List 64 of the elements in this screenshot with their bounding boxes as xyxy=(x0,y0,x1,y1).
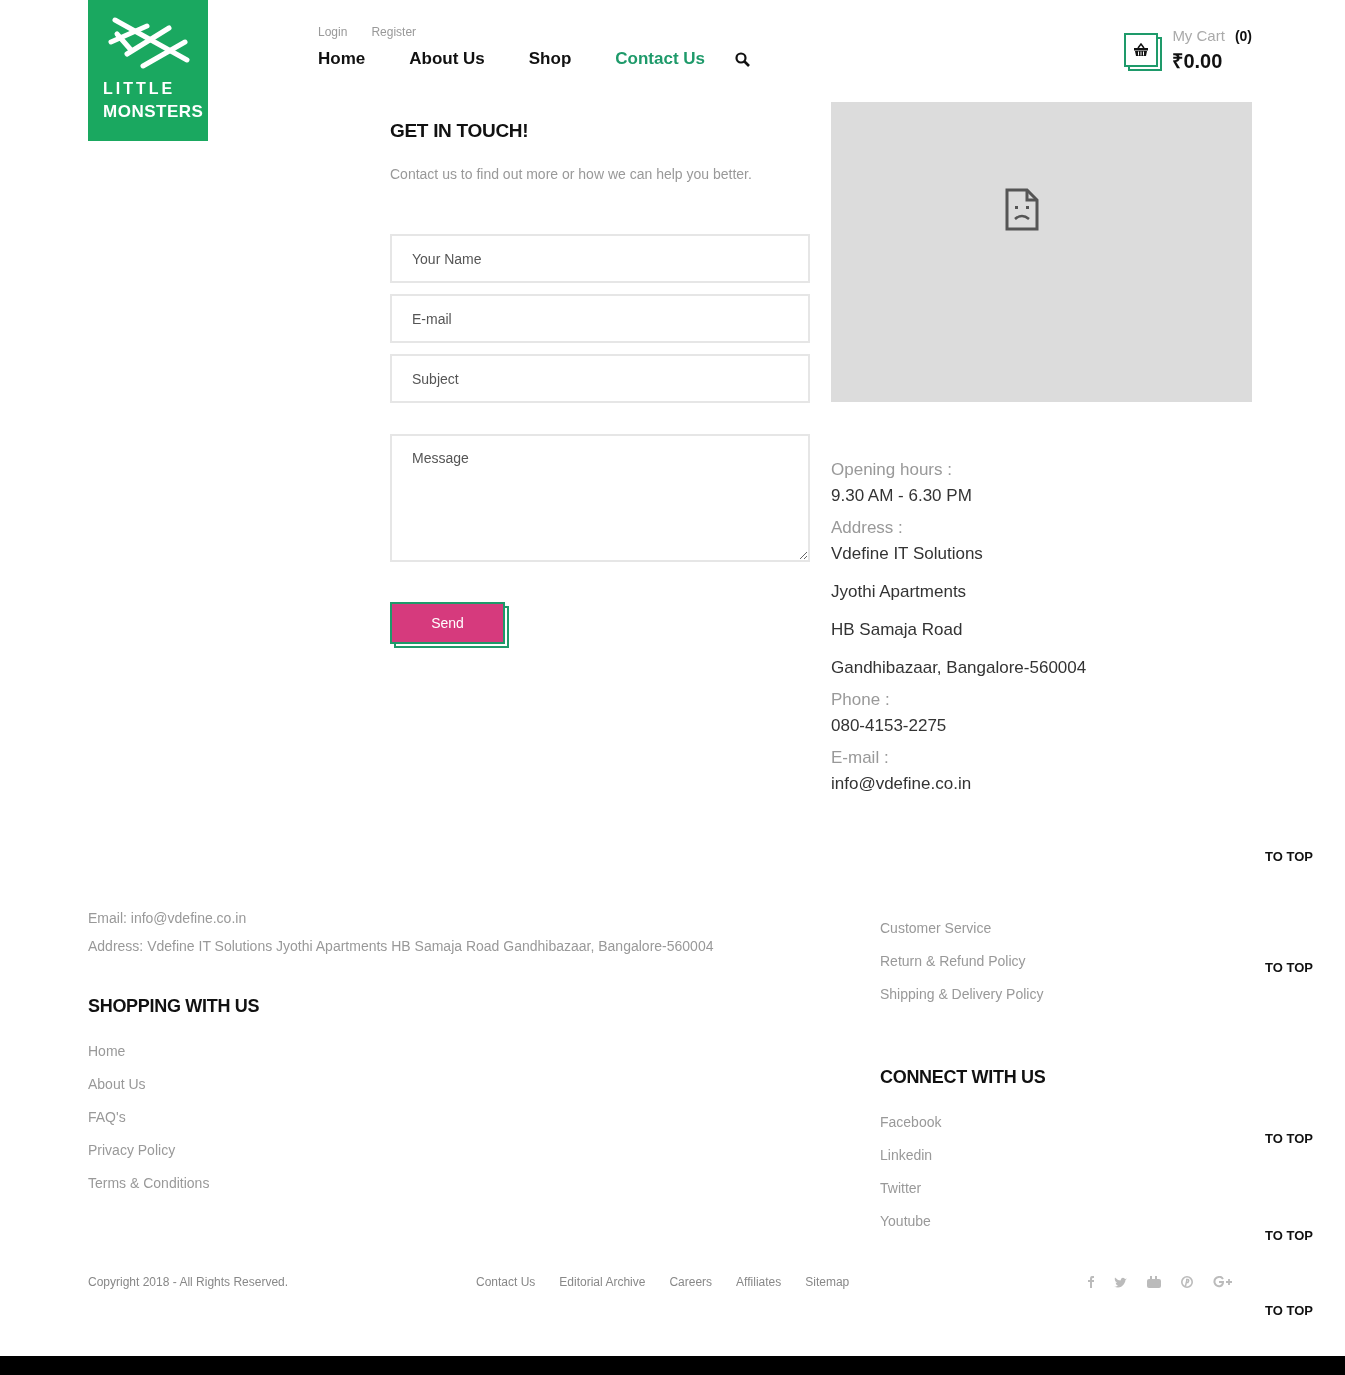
logo-text: MONSTERS xyxy=(103,102,204,122)
footer-link[interactable]: About Us xyxy=(88,1076,146,1092)
info-value: HB Samaja Road xyxy=(831,620,964,640)
info-value: Gandhibazaar, Bangalore-560004 xyxy=(831,658,1088,678)
footer-link[interactable]: Return & Refund Policy xyxy=(880,953,1026,969)
info-label: Opening hours : xyxy=(831,460,953,480)
nav-link[interactable]: Contact Us xyxy=(615,49,705,69)
bottom-link[interactable]: Sitemap xyxy=(805,1275,850,1289)
info-label: E-mail : xyxy=(831,748,890,768)
facebook-icon[interactable] xyxy=(1088,1276,1094,1288)
copyright-text: Copyright 2018 - All Rights Reserved. xyxy=(88,1275,290,1289)
section-heading: GET IN TOUCH! xyxy=(390,120,530,142)
nav-link[interactable]: Home xyxy=(318,49,366,69)
account-link[interactable]: Login xyxy=(318,25,348,39)
to-top-link[interactable]: TO TOP xyxy=(1265,1303,1313,1318)
text-field[interactable]: Subject xyxy=(390,354,810,403)
info-label: Phone : xyxy=(831,690,891,710)
basket-icon xyxy=(1133,43,1150,57)
nav-link[interactable]: Shop xyxy=(528,49,572,69)
footer-link[interactable]: Linkedin xyxy=(880,1147,933,1163)
footer-heading: SHOPPING WITH US xyxy=(88,996,260,1017)
info-value: 9.30 AM - 6.30 PM xyxy=(831,486,973,506)
logo[interactable]: LITTLE MONSTERS xyxy=(88,0,208,141)
footer-link[interactable]: Terms & Conditions xyxy=(88,1175,210,1191)
intro-text: Contact us to find out more or how we can help you better. xyxy=(390,166,753,182)
text-field[interactable]: E-mail xyxy=(390,294,810,343)
bottom-link[interactable]: Editorial Archive xyxy=(559,1275,646,1289)
youtube-icon[interactable] xyxy=(1147,1276,1161,1288)
info-label: Address : xyxy=(831,518,904,538)
bottom-link[interactable]: Careers xyxy=(669,1275,713,1289)
footer-link[interactable]: Shipping & Delivery Policy xyxy=(880,986,1044,1002)
to-top-link[interactable]: TO TOP xyxy=(1265,960,1313,975)
google-plus-icon[interactable] xyxy=(1213,1276,1233,1288)
to-top-link[interactable]: TO TOP xyxy=(1265,1228,1313,1243)
footer-contact-text: Address: Vdefine IT Solutions Jyothi Apartments HB Samaja Road Gandhibazaar, Bangalore-560004 xyxy=(88,938,714,954)
to-top-link[interactable]: TO TOP xyxy=(1265,849,1313,864)
footer-link[interactable]: Facebook xyxy=(880,1114,942,1130)
footer-heading: CONNECT WITH US xyxy=(880,1067,1046,1088)
cart-label: My Cart xyxy=(1172,27,1225,44)
sad-page-icon xyxy=(1004,187,1039,231)
footer-link[interactable]: Privacy Policy xyxy=(88,1142,176,1158)
info-value: Jyothi Apartments xyxy=(831,582,968,602)
logo-text: LITTLE xyxy=(103,80,176,98)
footer-link[interactable]: Twitter xyxy=(880,1180,922,1196)
pinterest-icon[interactable] xyxy=(1181,1276,1193,1288)
to-top-link[interactable]: TO TOP xyxy=(1265,1131,1313,1146)
footer-link[interactable]: Customer Service xyxy=(880,920,992,936)
bottom-link[interactable]: Contact Us xyxy=(476,1275,536,1289)
bottom-link[interactable]: Affiliates xyxy=(736,1275,782,1289)
info-value: 080-4153-2275 xyxy=(831,716,948,736)
cart-total: ₹0.00 xyxy=(1172,49,1224,74)
search-icon[interactable] xyxy=(735,51,750,67)
footer-link[interactable]: Home xyxy=(88,1043,126,1059)
footer-link[interactable]: Youtube xyxy=(880,1213,931,1229)
footer-contact-text: Email: info@vdefine.co.in xyxy=(88,910,247,926)
message-field[interactable]: Message xyxy=(390,434,810,562)
info-value: Vdefine IT Solutions xyxy=(831,544,984,564)
text-field[interactable]: Your Name xyxy=(390,234,810,283)
account-link[interactable]: Register xyxy=(371,25,417,39)
info-value: info@vdefine.co.in xyxy=(831,774,973,794)
footer-link[interactable]: FAQ's xyxy=(88,1109,126,1125)
cart-count: (0) xyxy=(1234,28,1252,44)
twitter-icon[interactable] xyxy=(1114,1276,1127,1288)
nav-link[interactable]: About Us xyxy=(409,49,485,69)
